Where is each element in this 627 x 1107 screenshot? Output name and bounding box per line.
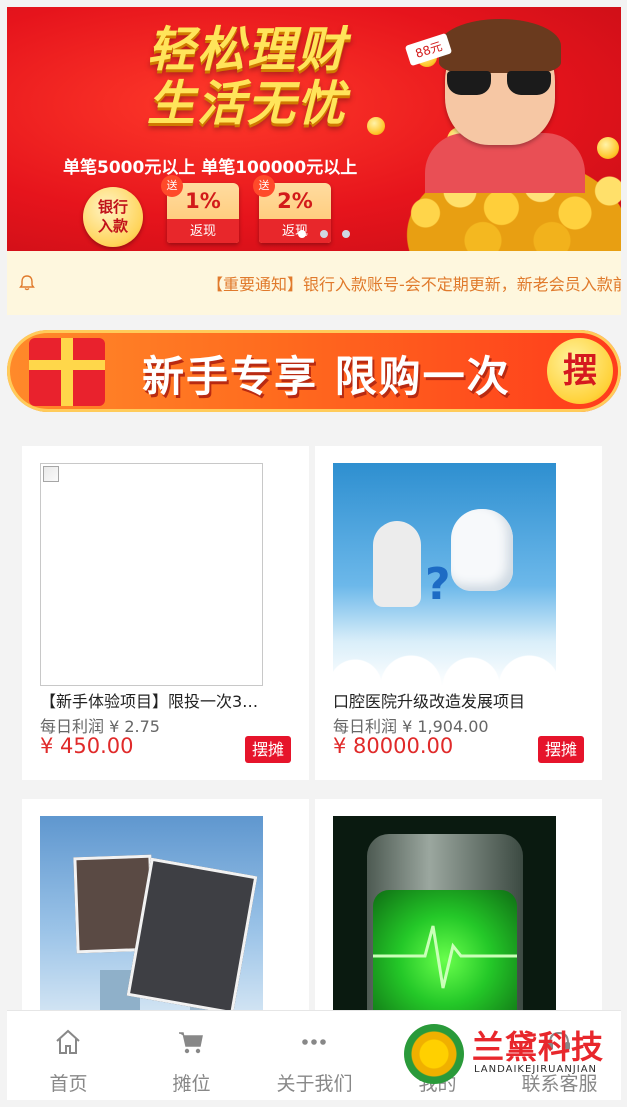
cloud-decoration [333,646,556,686]
bonus-percent: 1% [185,189,221,213]
heartbeat-icon [373,925,517,989]
banner-title-line2: 生活无忧 [146,76,347,132]
gift-box-icon [29,338,105,406]
bank-deposit-label: 银行入款 [97,198,128,235]
bell-icon [19,275,35,291]
stall-button[interactable]: 摆摊 [244,736,291,763]
carousel-dot[interactable] [298,230,306,238]
bonus-envelope-1: 送 1% 返现 [161,175,239,243]
promo-title: 新手专享 限购一次 [142,352,511,401]
watermark-en: LANDAIKEJIRUANJIAN [474,1064,598,1075]
product-image-dental[interactable]: ? [333,463,556,686]
tooth-icon [451,509,513,591]
brand-logo-icon [404,1024,464,1084]
product-card[interactable]: ? 口腔医院升级改造发展项目 每日利润 ¥ 1,904.00 ¥ 80000.0… [315,446,602,780]
tab-home[interactable]: 首页 [7,1011,130,1101]
product-card[interactable] [315,799,602,1010]
carousel-indicators [298,230,350,238]
stall-button[interactable]: 摆摊 [537,736,584,763]
bank-deposit-badge: 银行入款 [83,187,143,247]
brand-watermark: 兰黛科技 LANDAIKEJIRUANJIAN [404,1022,614,1084]
product-price: ¥ 80000.00 [333,734,454,758]
question-mark-icon: ? [425,559,451,610]
promo-seal: 摆 [547,338,613,404]
tab-label: 首页 [49,1073,88,1095]
broken-image-icon [43,466,59,482]
product-price: ¥ 450.00 [40,734,134,758]
carousel-dot[interactable] [320,230,328,238]
photo-frame [126,857,258,1010]
home-icon [56,1029,80,1054]
bonus-percent: 2% [277,189,313,213]
notice-marquee-text: 【重要通知】银行入款账号-会不定期更新，新老会员入款前请先核对账号 [207,275,621,294]
banner-title: 轻松理财 生活无忧 [87,23,407,131]
banner-carousel[interactable]: 轻松理财 生活无忧 单笔5000元以上 单笔100000元以上 银行入款 送 1… [7,7,621,251]
product-card[interactable]: 【新手体验项目】限投一次3… 每日利润 ¥ 2.75 ¥ 450.00 摆摊 [22,446,309,780]
tab-stall[interactable]: 摊位 [130,1011,253,1101]
product-image-broken[interactable] [40,463,263,686]
more-icon [302,1039,326,1045]
cart-icon [179,1032,203,1054]
watermark-cn: 兰黛科技 [472,1028,605,1066]
banner-title-line1: 轻松理财 [146,22,347,78]
mascot-hair [439,19,561,73]
sunglasses-icon [447,71,551,97]
app-page: 轻松理财 生活无忧 单笔5000元以上 单笔100000元以上 银行入款 送 1… [0,0,627,1107]
newbie-promo-banner[interactable]: 新手专享 限购一次 摆 [7,330,621,412]
banner-subtitle: 单笔5000元以上 单笔100000元以上 [63,158,358,178]
figure-with-magnifier [373,521,421,607]
product-name: 【新手体验项目】限投一次3… [40,692,259,711]
product-image-battery[interactable] [333,816,556,1010]
tab-label: 摊位 [172,1073,211,1095]
notice-bar[interactable]: 【重要通知】银行入款账号-会不定期更新，新老会员入款前请先核对账号 [7,251,621,315]
carousel-dot[interactable] [342,230,350,238]
tab-about[interactable]: 关于我们 [253,1011,376,1101]
bonus-label: 返现 [189,224,216,239]
product-card[interactable] [22,799,309,1010]
product-name: 口腔医院升级改造发展项目 [333,692,526,711]
tab-label: 关于我们 [276,1073,353,1095]
product-image-building[interactable] [40,816,263,1010]
